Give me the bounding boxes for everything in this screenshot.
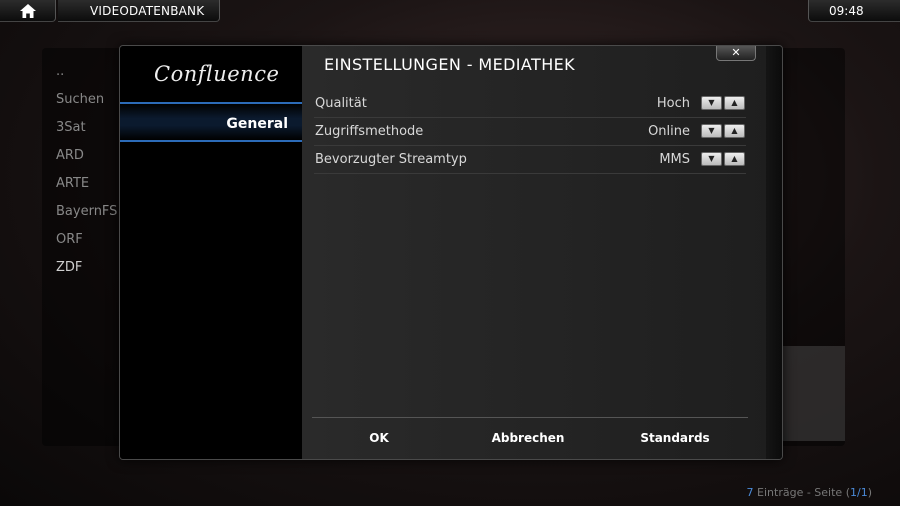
list-item[interactable]: ARTE [56,176,126,204]
ok-button[interactable]: OK [319,431,439,445]
home-icon [19,3,36,18]
setting-stream-type[interactable]: Bevorzugter Streamtyp MMS ▼ ▲ [314,146,746,174]
page-indicator: 1/1 [850,486,868,499]
settings-panel: EINSTELLUNGEN - MEDIATHEK ✕ Qualität Hoc… [302,46,782,459]
spin-up-button[interactable]: ▲ [724,96,745,110]
setting-label: Bevorzugter Streamtyp [315,152,467,167]
breadcrumb: VIDEODATENBANK [58,0,220,22]
list-item[interactable]: ZDF [56,260,126,288]
footer-close-paren: ) [867,486,872,499]
button-divider [312,417,748,418]
entry-count: 7 [746,486,754,499]
spin-down-button[interactable]: ▼ [701,96,722,110]
close-icon: ✕ [731,46,741,59]
footer-status: 7 Einträge - Seite (1/1) [747,486,872,499]
scroll-edge [766,46,782,459]
settings-list: Qualität Hoch ▼ ▲ Zugriffsmethode Online… [314,90,746,174]
confluence-logo: Confluence [154,62,280,86]
list-item[interactable]: ARD [56,148,126,176]
category-general[interactable]: General [120,102,302,142]
setting-value: MMS [659,152,690,167]
setting-access-method[interactable]: Zugriffsmethode Online ▼ ▲ [314,118,746,146]
spin-down-button[interactable]: ▼ [701,124,722,138]
spin-up-button[interactable]: ▲ [724,124,745,138]
cancel-button[interactable]: Abbrechen [468,431,588,445]
dialog-title: EINSTELLUNGEN - MEDIATHEK [324,55,576,74]
clock: 09:48 [808,0,900,22]
setting-value: Hoch [656,96,690,111]
setting-quality[interactable]: Qualität Hoch ▼ ▲ [314,90,746,118]
list-item[interactable]: 3Sat [56,120,126,148]
spin-down-button[interactable]: ▼ [701,152,722,166]
list-item[interactable]: .. [56,64,126,92]
top-bar: VIDEODATENBANK 09:48 [0,0,900,24]
category-sidebar: Confluence General [120,46,302,459]
settings-dialog: Confluence General EINSTELLUNGEN - MEDIA… [119,45,783,460]
background-list: .. Suchen 3Sat ARD ARTE BayernFS ORF ZDF [56,64,126,288]
home-button[interactable] [0,0,56,22]
spin-up-button[interactable]: ▲ [724,152,745,166]
list-item[interactable]: Suchen [56,92,126,120]
list-item[interactable]: ORF [56,232,126,260]
setting-value: Online [648,124,690,139]
entries-label: Einträge - Seite ( [753,486,850,499]
setting-label: Qualität [315,96,367,111]
defaults-button[interactable]: Standards [615,431,735,445]
close-button[interactable]: ✕ [716,46,756,61]
category-general-label: General [226,116,288,132]
list-item[interactable]: BayernFS [56,204,126,232]
setting-label: Zugriffsmethode [315,124,424,139]
